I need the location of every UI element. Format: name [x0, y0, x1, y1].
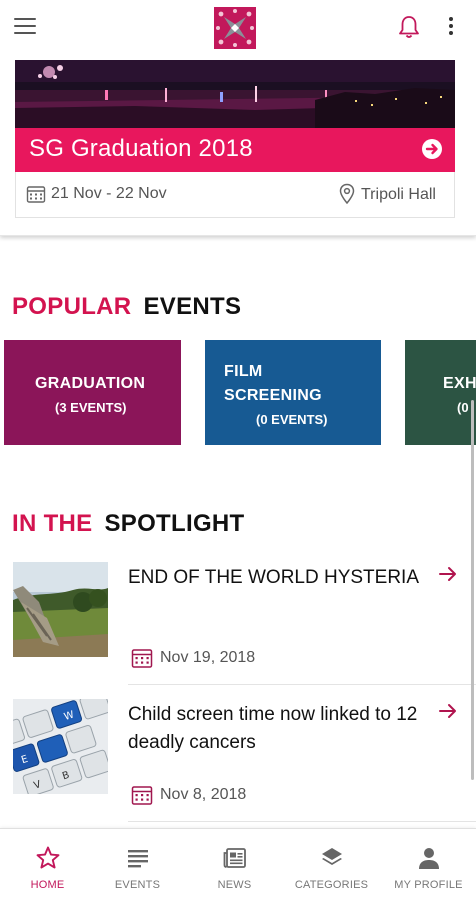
- tile-count: (0: [457, 400, 469, 415]
- calendar-icon: [26, 186, 46, 203]
- menu-icon[interactable]: [14, 18, 36, 36]
- news-date: Nov 19, 2018: [160, 649, 256, 666]
- tile-count: (3 EVENTS): [55, 400, 127, 415]
- featured-event-card[interactable]: SG Graduation 2018 21 Nov - 22 Nov Tripo…: [0, 56, 476, 236]
- bottom-navigation: HOME EVENTS NEWS CATEGORIES MY PROFILE: [0, 828, 476, 900]
- calendar-icon: [131, 649, 153, 668]
- location-pin-icon: [339, 183, 355, 205]
- arrow-circle-right-icon[interactable]: [421, 138, 443, 160]
- tile-count: (0 EVENTS): [256, 412, 328, 427]
- heading-rest: EVENTS: [143, 293, 242, 320]
- event-location: Tripoli Hall: [361, 186, 436, 203]
- scrollbar[interactable]: [471, 400, 474, 780]
- event-title-banner[interactable]: SG Graduation 2018: [15, 128, 455, 172]
- event-title: SG Graduation 2018: [29, 135, 253, 162]
- heading-rest: SPOTLIGHT: [104, 510, 245, 537]
- calendar-icon: [131, 786, 153, 805]
- nav-events[interactable]: EVENTS: [90, 829, 185, 900]
- person-icon: [418, 848, 439, 869]
- pyramid-ruins-photo: [13, 562, 108, 657]
- notification-bell-icon[interactable]: [397, 14, 421, 40]
- category-tile-exhibition[interactable]: EXH (0: [405, 340, 476, 445]
- tile-name-line1: FILM: [224, 363, 263, 380]
- arrow-right-icon[interactable]: [438, 564, 458, 584]
- nav-label: NEWS: [217, 879, 252, 891]
- tile-name-line2: SCREENING: [224, 387, 322, 404]
- nav-news[interactable]: NEWS: [187, 829, 282, 900]
- spotlight-heading: IN THE SPOTLIGHT: [12, 510, 245, 538]
- nav-label: EVENTS: [114, 879, 161, 891]
- list-icon: [127, 850, 148, 868]
- keyboard-photo: W E V B: [13, 699, 108, 794]
- event-meta: 21 Nov - 22 Nov Tripoli Hall: [15, 172, 455, 218]
- nav-my-profile[interactable]: MY PROFILE: [381, 829, 476, 900]
- tile-name: GRADUATION: [35, 375, 146, 392]
- list-divider: [128, 821, 476, 822]
- category-tile-film-screening[interactable]: FILM SCREENING (0 EVENTS): [205, 340, 381, 445]
- nav-label: HOME: [30, 879, 65, 891]
- app-logo: [214, 7, 256, 49]
- news-date: Nov 8, 2018: [160, 786, 247, 803]
- event-photo: [15, 60, 455, 128]
- news-headline[interactable]: Child screen time now linked to 12 deadl…: [128, 701, 433, 757]
- nav-label: CATEGORIES: [294, 879, 369, 891]
- newspaper-icon: [223, 848, 246, 868]
- nav-label: MY PROFILE: [394, 879, 463, 891]
- overflow-menu-icon[interactable]: [447, 17, 455, 37]
- nav-home[interactable]: HOME: [0, 829, 95, 900]
- news-item[interactable]: END OF THE WORLD HYSTERIA Nov 19, 2018: [0, 562, 476, 692]
- layers-icon: [321, 848, 342, 865]
- news-headline[interactable]: END OF THE WORLD HYSTERIA: [128, 564, 433, 592]
- star-icon: [36, 846, 59, 869]
- popular-events-heading: POPULAR EVENTS: [12, 293, 241, 321]
- tile-name: EXH: [443, 375, 476, 392]
- heading-accent: POPULAR: [12, 293, 132, 320]
- news-item[interactable]: W E V B Child screen time now linked to …: [0, 699, 476, 829]
- app-bar: [0, 0, 476, 56]
- event-date-range: 21 Nov - 22 Nov: [51, 185, 167, 202]
- arrow-right-icon[interactable]: [438, 701, 458, 721]
- nav-categories[interactable]: CATEGORIES: [284, 829, 379, 900]
- list-divider: [128, 684, 476, 685]
- category-tile-graduation[interactable]: GRADUATION (3 EVENTS): [4, 340, 181, 445]
- heading-accent: IN THE: [12, 510, 93, 537]
